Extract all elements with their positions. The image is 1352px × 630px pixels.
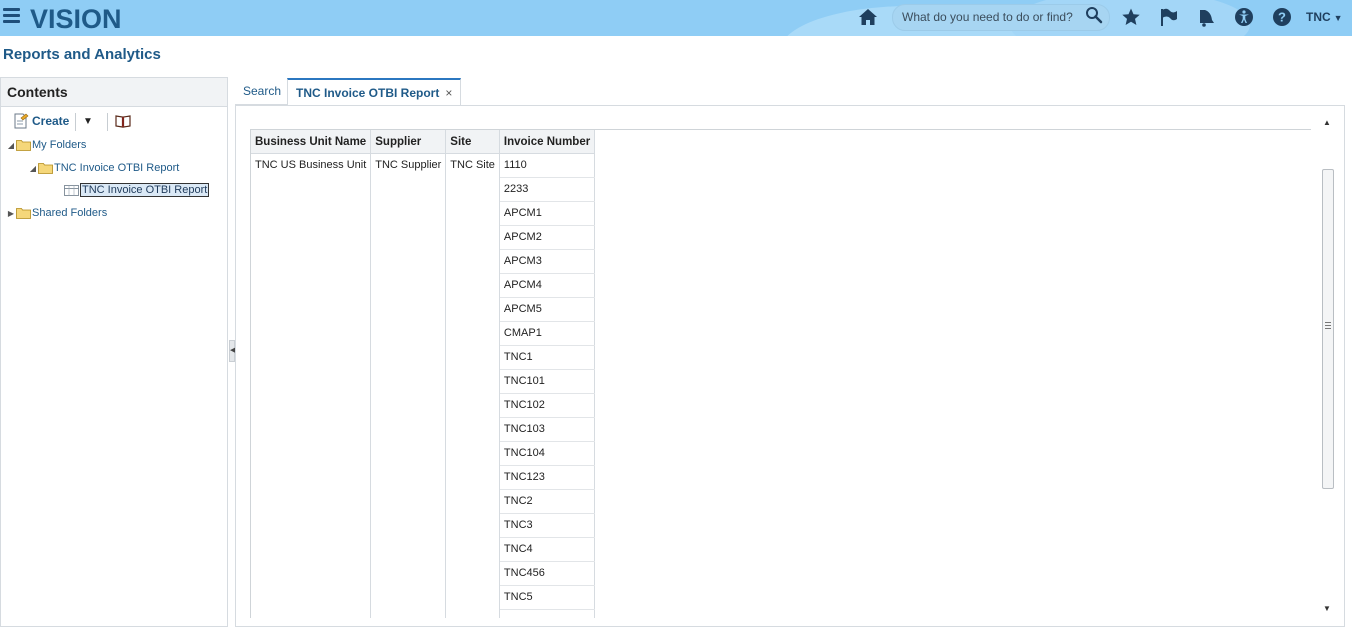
- accessibility-icon[interactable]: [1234, 7, 1254, 27]
- search-input[interactable]: [902, 9, 1074, 25]
- create-button[interactable]: Create: [13, 112, 69, 130]
- cell-supplier: TNC Supplier: [370, 153, 447, 618]
- chevron-down-icon: ▼: [83, 115, 93, 127]
- cell-invoice-number: TNC3: [499, 513, 596, 538]
- cell-invoice-number: TNC2: [499, 489, 596, 514]
- cell-invoice-number: APCM4: [499, 273, 596, 298]
- cell-invoice-number: [499, 609, 596, 618]
- folder-icon: [38, 163, 53, 174]
- user-label: TNC: [1306, 10, 1331, 24]
- cell-invoice-number: CMAP1: [499, 321, 596, 346]
- report-table-body: TNC US Business Unit TNC Supplier TNC Site…: [251, 153, 596, 618]
- hamburger-icon[interactable]: [3, 8, 20, 24]
- home-icon[interactable]: [858, 7, 878, 27]
- tree-label[interactable]: My Folders: [32, 139, 86, 151]
- help-icon[interactable]: ?: [1272, 7, 1292, 27]
- report-table: Business Unit Name Supplier Site Invoice…: [251, 130, 596, 618]
- contents-header: Contents: [1, 78, 227, 107]
- notifications-bell-icon[interactable]: [1196, 7, 1216, 27]
- cell-invoice-number: TNC103: [499, 417, 596, 442]
- folder-icon: [16, 208, 31, 219]
- cell-invoice-number: TNC5: [499, 585, 596, 610]
- cell-invoice-number: TNC104: [499, 441, 596, 466]
- scroll-up-arrow-icon[interactable]: ▲: [1323, 118, 1331, 127]
- global-header: VISION ? TNC▼: [0, 0, 1352, 36]
- collapse-triangle-icon[interactable]: ◢: [28, 164, 38, 173]
- cell-invoice-number: APCM1: [499, 201, 596, 226]
- grip-icon: [1325, 322, 1331, 330]
- toolbar-divider: [107, 113, 108, 131]
- tree-node-report-item[interactable]: TNC Invoice OTBI Report: [64, 181, 210, 199]
- analysis-report-icon: [64, 185, 79, 196]
- svg-text:?: ?: [1278, 10, 1286, 25]
- watchlist-flag-icon[interactable]: [1159, 7, 1179, 27]
- column-header-invoice-number[interactable]: Invoice Number: [499, 130, 596, 154]
- contents-panel: Contents Create ▼ ◢ My Folders ◢ TNC Inv…: [0, 77, 228, 627]
- tree-label-selected[interactable]: TNC Invoice OTBI Report: [80, 183, 210, 197]
- cell-invoice-number: TNC1: [499, 345, 596, 370]
- cell-invoice-number: TNC123: [499, 465, 596, 490]
- report-view: Business Unit Name Supplier Site Invoice…: [250, 129, 1311, 618]
- scrollbar-thumb[interactable]: [1322, 169, 1334, 489]
- tree-node-my-folders[interactable]: ◢ My Folders: [6, 136, 86, 154]
- cell-invoice-number: TNC101: [499, 369, 596, 394]
- chevron-down-icon: ▼: [1333, 13, 1343, 23]
- create-menu-dropdown[interactable]: ▼: [83, 112, 93, 130]
- expand-triangle-icon[interactable]: ▶: [6, 209, 16, 218]
- column-header-business-unit[interactable]: Business Unit Name: [251, 130, 372, 154]
- vertical-scrollbar[interactable]: ▲ ▼: [1320, 116, 1336, 616]
- tree-node-shared-folders[interactable]: ▶ Shared Folders: [6, 204, 107, 222]
- folder-icon: [16, 140, 31, 151]
- cell-site: TNC Site: [445, 153, 500, 618]
- table-row: TNC US Business Unit TNC Supplier TNC Site…: [251, 153, 596, 618]
- column-header-supplier[interactable]: Supplier: [370, 130, 447, 154]
- cell-business-unit: TNC US Business Unit: [251, 153, 372, 618]
- vision-logo[interactable]: VISION: [30, 4, 122, 35]
- tree-node-report-folder[interactable]: ◢ TNC Invoice OTBI Report: [28, 159, 179, 177]
- collapse-triangle-icon[interactable]: ◢: [6, 141, 16, 150]
- cell-invoice-number: TNC102: [499, 393, 596, 418]
- report-content-panel: Business Unit Name Supplier Site Invoice…: [235, 105, 1345, 627]
- cell-invoice-number: 1110: [499, 153, 596, 178]
- book-icon: [115, 115, 131, 128]
- scroll-down-arrow-icon[interactable]: ▼: [1323, 604, 1331, 613]
- cell-invoice-number: TNC4: [499, 537, 596, 562]
- cell-invoice-number: 2233: [499, 177, 596, 202]
- column-header-site[interactable]: Site: [445, 130, 500, 154]
- tab-label: TNC Invoice OTBI Report: [296, 86, 440, 100]
- cell-invoice-number: APCM5: [499, 297, 596, 322]
- cell-invoice-number: APCM3: [499, 249, 596, 274]
- tab-search[interactable]: Search: [235, 78, 290, 105]
- global-search: [892, 4, 1110, 31]
- table-header-row: Business Unit Name Supplier Site Invoice…: [251, 130, 596, 154]
- create-label: Create: [32, 114, 70, 128]
- tree-label[interactable]: TNC Invoice OTBI Report: [54, 162, 179, 174]
- favorites-star-icon[interactable]: [1121, 7, 1141, 27]
- toolbar-divider: [75, 113, 76, 131]
- user-menu[interactable]: TNC ▼: [1306, 10, 1343, 24]
- page-title: Reports and Analytics: [3, 46, 161, 63]
- tree-label[interactable]: Shared Folders: [32, 207, 107, 219]
- catalog-browse-button[interactable]: [115, 112, 131, 130]
- cell-invoice-number: APCM2: [499, 225, 596, 250]
- tab-tnc-invoice-report[interactable]: TNC Invoice OTBI Report ×: [287, 78, 462, 107]
- close-tab-icon[interactable]: ×: [445, 86, 452, 100]
- create-icon: [14, 113, 29, 129]
- cell-invoice-number: TNC456: [499, 561, 596, 586]
- search-icon[interactable]: [1085, 6, 1103, 24]
